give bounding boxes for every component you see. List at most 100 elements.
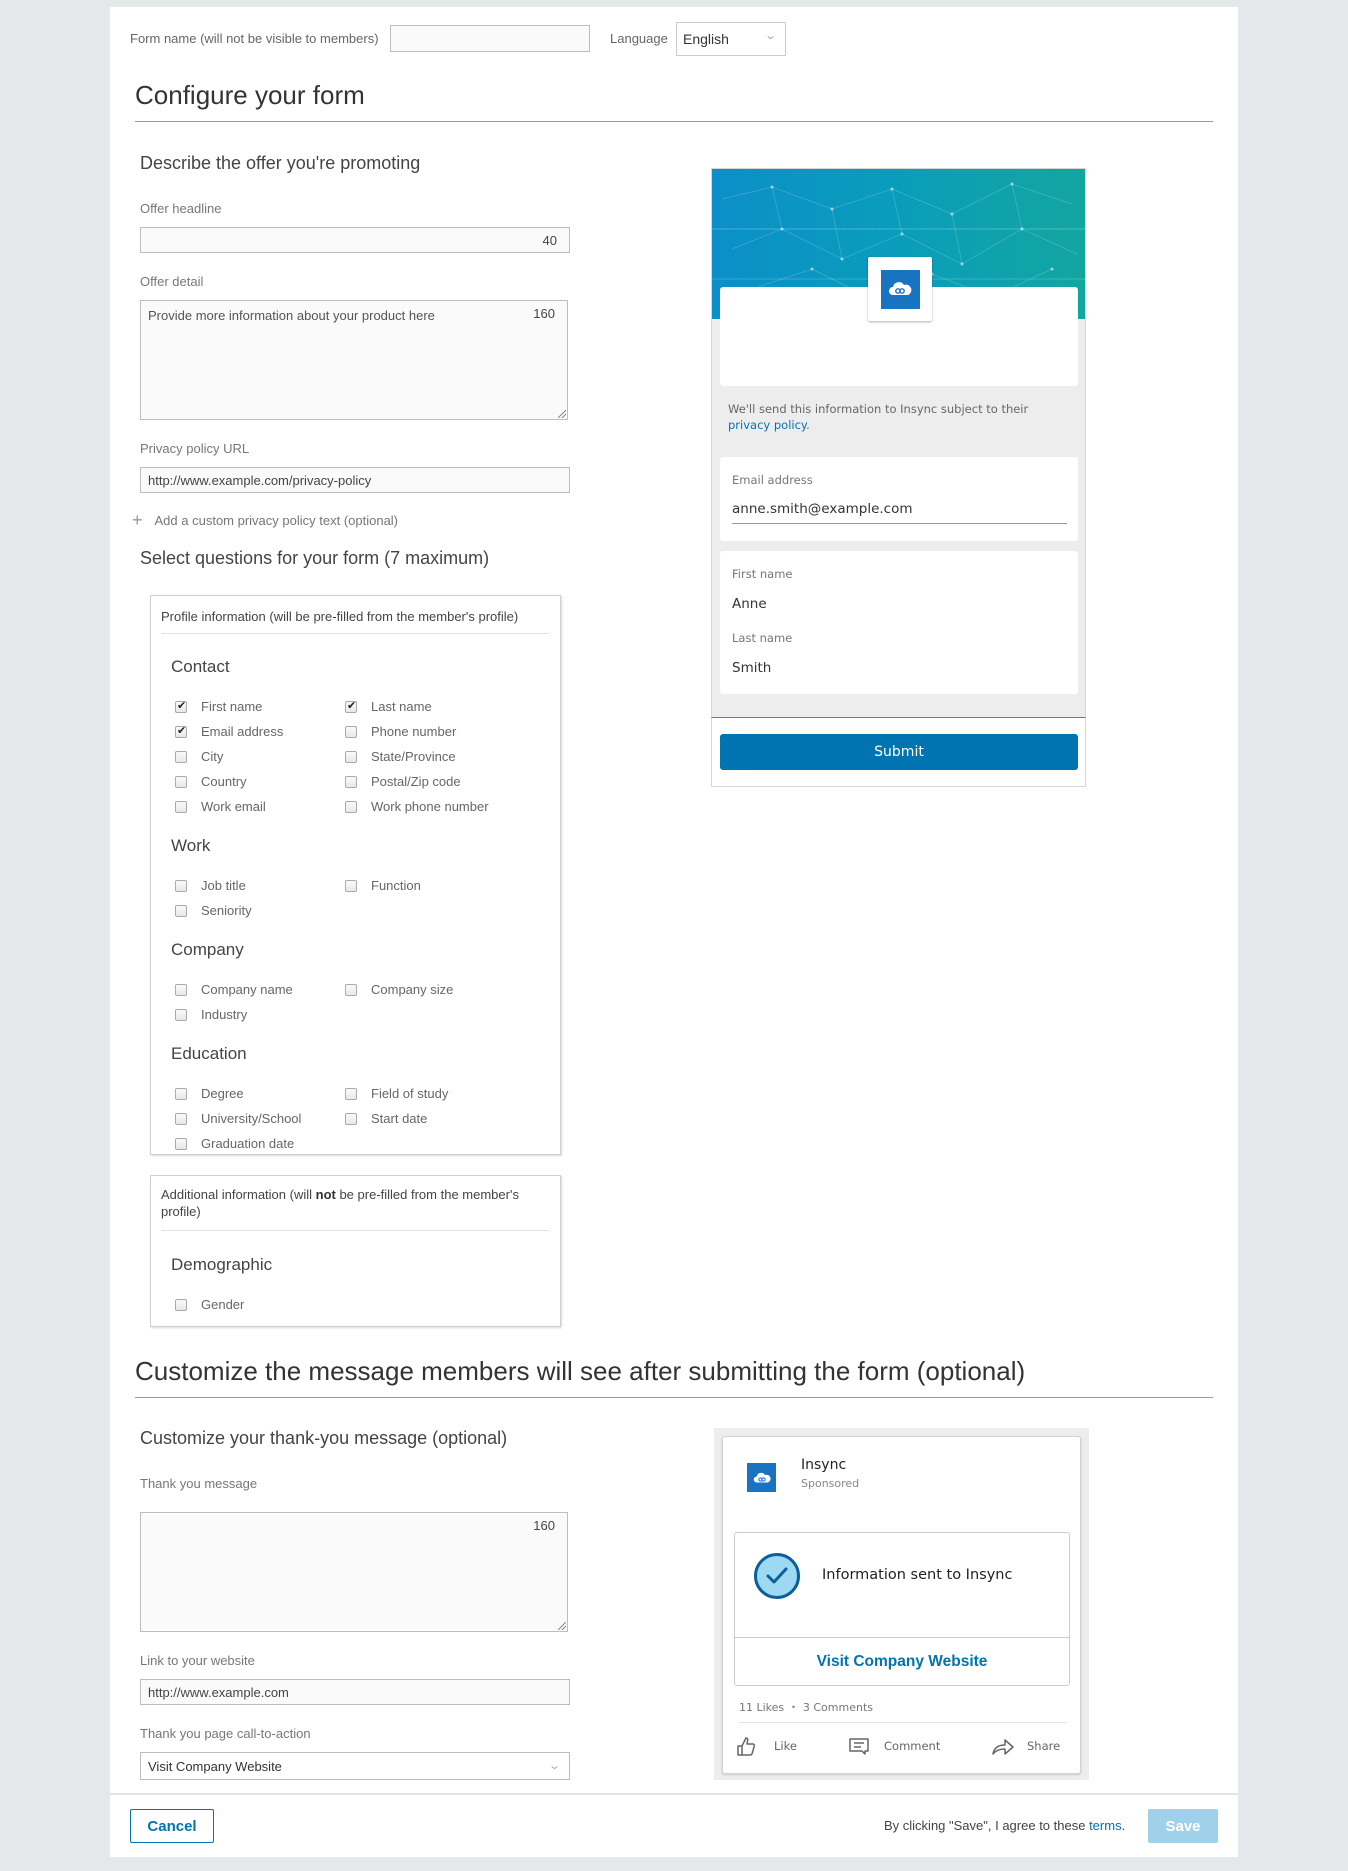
checkbox-unchecked-icon[interactable] — [345, 775, 357, 788]
email-label: Email address — [732, 473, 813, 487]
question-checkbox-degree[interactable]: Degree — [175, 1086, 244, 1101]
checkbox-unchecked-icon[interactable] — [175, 983, 187, 996]
checkbox-unchecked-icon[interactable] — [175, 904, 187, 917]
question-checkbox-function[interactable]: Function — [345, 878, 421, 893]
question-checkbox-first-name[interactable]: First name — [175, 699, 262, 714]
resize-handle-icon[interactable] — [558, 410, 566, 418]
website-link-input[interactable]: http://www.example.com — [140, 1679, 570, 1705]
question-checkbox-postal-zip-code[interactable]: Postal/Zip code — [345, 774, 461, 789]
thank-you-message-textarea[interactable]: 160 — [140, 1512, 568, 1632]
checkbox-checked-icon[interactable] — [175, 724, 187, 738]
comment-button[interactable]: Comment — [848, 1735, 940, 1757]
question-checkbox-country[interactable]: Country — [175, 774, 247, 789]
category-heading: Contact — [171, 657, 230, 676]
question-checkbox-industry[interactable]: Industry — [175, 1007, 247, 1022]
additional-information-box: Additional information (will not be pre-… — [150, 1175, 561, 1327]
question-checkbox-start-date[interactable]: Start date — [345, 1111, 427, 1126]
checkbox-label: Start date — [371, 1111, 428, 1126]
checkbox-unchecked-icon[interactable] — [175, 1112, 187, 1125]
question-checkbox-work-email[interactable]: Work email — [175, 799, 266, 814]
question-checkbox-graduation-date[interactable]: Graduation date — [175, 1136, 294, 1151]
email-input[interactable]: anne.smith@example.com — [732, 501, 1067, 524]
save-button[interactable]: Save — [1148, 1809, 1218, 1843]
visit-website-button[interactable]: Visit Company Website — [735, 1638, 1069, 1686]
category-heading: Demographic — [171, 1255, 273, 1274]
first-name-label: First name — [732, 567, 793, 581]
language-select[interactable]: English ⌄ — [676, 22, 786, 56]
preview-name-fields: First name Anne Last name Smith — [720, 551, 1078, 694]
checkbox-unchecked-icon[interactable] — [345, 1087, 357, 1100]
checkbox-checked-icon[interactable] — [345, 699, 357, 713]
checkbox-unchecked-icon[interactable] — [175, 1298, 187, 1311]
checkbox-unchecked-icon[interactable] — [175, 775, 187, 788]
confirmation-text: Information sent to Insync — [822, 1567, 1013, 1583]
checkbox-unchecked-icon[interactable] — [175, 879, 187, 892]
website-link-label: Link to your website — [140, 1653, 255, 1668]
question-checkbox-phone-number[interactable]: Phone number — [345, 724, 456, 739]
question-checkbox-email-address[interactable]: Email address — [175, 724, 283, 739]
title-text: Additional information (will — [161, 1187, 316, 1202]
question-checkbox-company-name[interactable]: Company name — [175, 982, 293, 997]
cta-value: Visit Company Website — [148, 1758, 282, 1774]
section-divider — [135, 121, 1213, 122]
checkbox-unchecked-icon[interactable] — [345, 983, 357, 996]
checkbox-unchecked-icon[interactable] — [345, 750, 357, 763]
checkbox-unchecked-icon[interactable] — [175, 1008, 187, 1021]
checkbox-unchecked-icon[interactable] — [345, 1112, 357, 1125]
resize-handle-icon[interactable] — [558, 1622, 566, 1630]
first-name-input[interactable]: Anne — [732, 596, 767, 612]
question-checkbox-field-of-study[interactable]: Field of study — [345, 1086, 448, 1101]
confirmation-box: Information sent to Insync Visit Company… — [734, 1532, 1070, 1686]
share-label: Share — [1027, 1739, 1061, 1753]
company-name[interactable]: Insync — [801, 1457, 846, 1473]
checkbox-label: Gender — [201, 1297, 245, 1312]
offer-detail-textarea[interactable]: Provide more information about your prod… — [140, 300, 568, 420]
add-custom-privacy-button[interactable]: + Add a custom privacy policy text (opti… — [132, 511, 399, 529]
checkbox-label: Function — [371, 878, 421, 893]
question-checkbox-state-province[interactable]: State/Province — [345, 749, 456, 764]
question-checkbox-last-name[interactable]: Last name — [345, 699, 432, 714]
question-checkbox-university-school[interactable]: University/School — [175, 1111, 301, 1126]
thank-you-preview: Insync Sponsored Information sent to Ins… — [714, 1428, 1089, 1780]
checkbox-unchecked-icon[interactable] — [175, 800, 187, 813]
share-button[interactable]: Share — [991, 1735, 1060, 1757]
question-checkbox-work-phone-number[interactable]: Work phone number — [345, 799, 489, 814]
terms-notice: By clicking "Save", I agree to these ter… — [884, 1818, 1125, 1833]
checkbox-label: Seniority — [201, 903, 252, 918]
submit-button[interactable]: Submit — [720, 734, 1078, 770]
form-name-label: Form name (will not be visible to member… — [130, 31, 379, 46]
box-divider — [161, 1230, 549, 1231]
section-divider — [135, 1397, 1213, 1398]
preview-submit-area: Submit — [711, 717, 1086, 787]
profile-box-title: Profile information (will be pre-filled … — [161, 609, 519, 624]
checkbox-unchecked-icon[interactable] — [345, 879, 357, 892]
checkbox-label: Work email — [201, 799, 266, 814]
checkbox-unchecked-icon[interactable] — [175, 1087, 187, 1100]
last-name-input[interactable]: Smith — [732, 660, 771, 676]
privacy-policy-link[interactable]: privacy policy — [728, 418, 806, 432]
checkbox-unchecked-icon[interactable] — [345, 725, 357, 738]
add-custom-privacy-label: Add a custom privacy policy text (option… — [154, 512, 399, 528]
thank-you-message-counter: 160 — [533, 1518, 555, 1533]
like-button[interactable]: Like — [735, 1735, 797, 1757]
sponsored-post-card: Insync Sponsored Information sent to Ins… — [722, 1436, 1081, 1774]
question-checkbox-job-title[interactable]: Job title — [175, 878, 246, 893]
checkbox-unchecked-icon[interactable] — [345, 800, 357, 813]
form-name-input[interactable] — [390, 25, 590, 52]
cancel-button[interactable]: Cancel — [130, 1809, 214, 1843]
question-checkbox-city[interactable]: City — [175, 749, 223, 764]
terms-link[interactable]: terms — [1089, 1818, 1122, 1833]
cta-select[interactable]: Visit Company Website ⌄ — [140, 1752, 570, 1780]
offer-headline-input[interactable]: 40 — [140, 227, 570, 253]
question-checkbox-seniority[interactable]: Seniority — [175, 903, 252, 918]
question-checkbox-company-size[interactable]: Company size — [345, 982, 453, 997]
question-checkbox-gender[interactable]: Gender — [175, 1297, 244, 1312]
likes-count[interactable]: 11 Likes — [739, 1701, 784, 1714]
checkbox-checked-icon[interactable] — [175, 699, 187, 713]
comments-count[interactable]: 3 Comments — [803, 1701, 873, 1714]
checkbox-unchecked-icon[interactable] — [175, 1137, 187, 1150]
configure-title: Configure your form — [135, 80, 365, 110]
privacy-url-input[interactable]: http://www.example.com/privacy-policy — [140, 467, 570, 493]
thank-you-section-title: Customize the message members will see a… — [135, 1356, 1026, 1386]
checkbox-unchecked-icon[interactable] — [175, 750, 187, 763]
